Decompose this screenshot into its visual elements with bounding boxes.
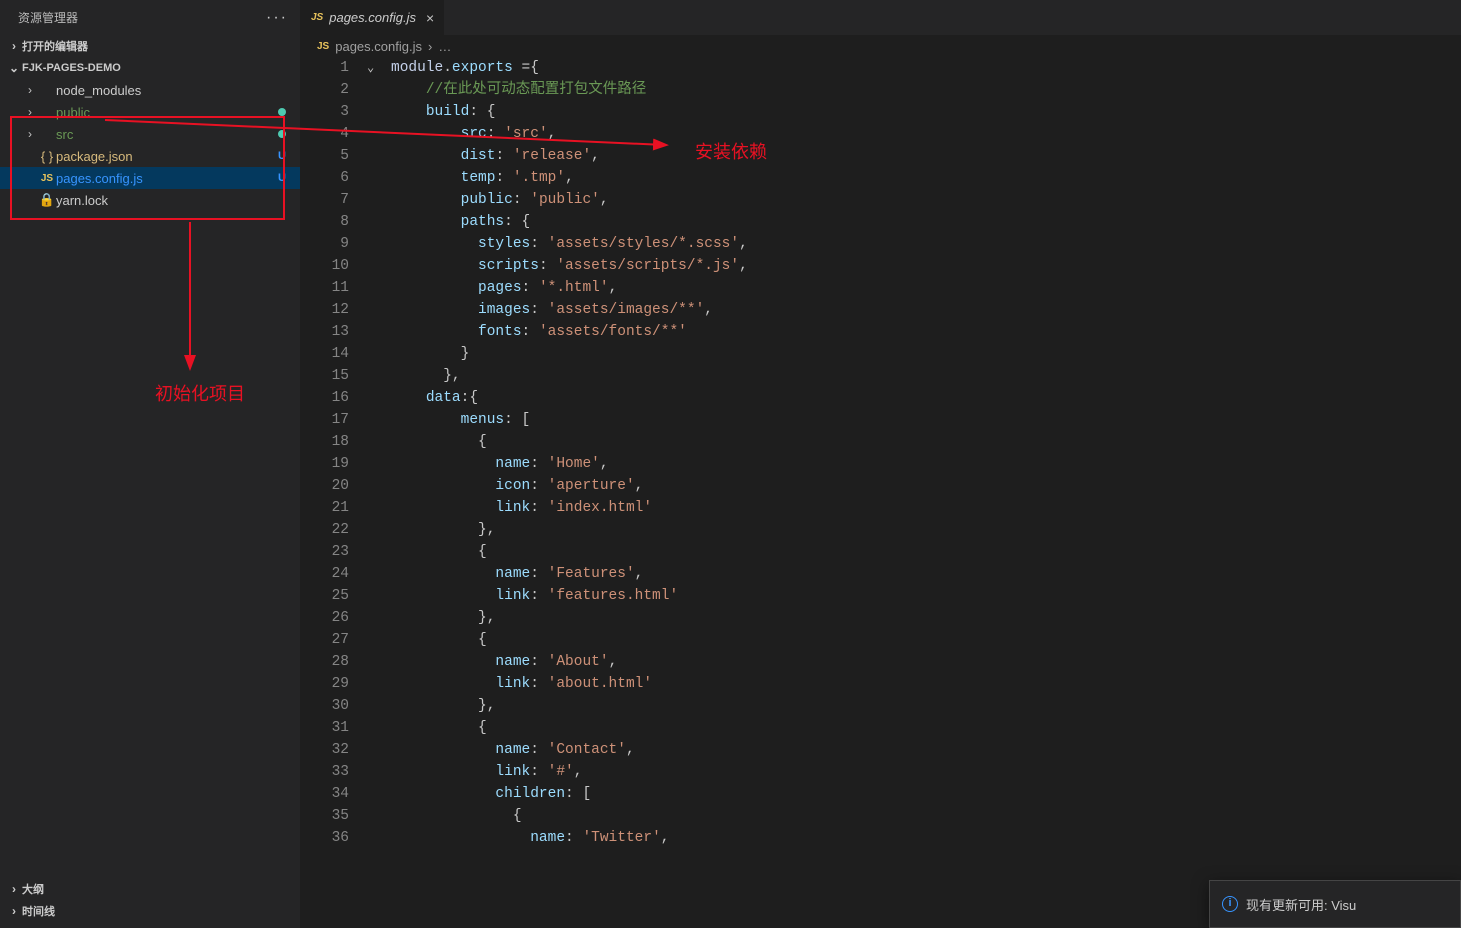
close-tab-icon[interactable]: × <box>426 10 434 26</box>
update-notification[interactable]: i 现有更新可用: Visu <box>1209 880 1461 928</box>
explorer-header: 资源管理器 ··· <box>0 0 300 35</box>
project-label: FJK-PAGES-DEMO <box>22 62 121 74</box>
info-icon: i <box>1222 896 1238 912</box>
file-label: src <box>56 127 278 142</box>
line-number-gutter: 1234567891011121314151617181920212223242… <box>301 57 367 928</box>
file-tree-item[interactable]: › node_modules <box>0 79 300 101</box>
file-tree-item[interactable]: 🔒yarn.lock <box>0 189 300 211</box>
file-tree-item[interactable]: › src <box>0 123 300 145</box>
chevron-down-icon: ⌄ <box>6 61 22 75</box>
js-file-icon: JS <box>317 41 329 52</box>
json-file-icon: { } <box>38 149 56 164</box>
file-label: pages.config.js <box>56 171 278 186</box>
project-section[interactable]: ⌄ FJK-PAGES-DEMO <box>0 57 300 79</box>
file-label: yarn.lock <box>56 193 300 208</box>
breadcrumb[interactable]: JS pages.config.js › … <box>301 35 1461 57</box>
tab-pages-config[interactable]: JS pages.config.js × <box>301 0 445 35</box>
open-editors-label: 打开的编辑器 <box>22 38 88 54</box>
lock-file-icon: 🔒 <box>38 192 56 208</box>
fold-chevron-icon[interactable]: ⌄ <box>367 57 374 79</box>
more-actions-icon[interactable]: ··· <box>266 9 288 27</box>
code-editor[interactable]: 1234567891011121314151617181920212223242… <box>301 57 1461 928</box>
update-text: 现有更新可用: Visu <box>1246 895 1356 914</box>
js-file-icon: JS <box>311 12 323 23</box>
chevron-right-icon: › <box>6 39 22 53</box>
chevron-right-icon: › <box>6 904 22 918</box>
outline-section[interactable]: › 大纲 <box>0 878 300 900</box>
file-label: node_modules <box>56 83 300 98</box>
tab-bar: JS pages.config.js × <box>301 0 1461 35</box>
file-tree: ›node_modules›public›src{ }package.jsonU… <box>0 79 300 211</box>
chevron-right-icon: › <box>6 882 22 896</box>
file-label: public <box>56 105 278 120</box>
code-lines[interactable]: module.exports ={ //在此处可动态配置打包文件路径 build… <box>391 57 1461 928</box>
chevron-right-icon: › <box>22 105 38 119</box>
file-label: package.json <box>56 149 278 164</box>
timeline-section[interactable]: › 时间线 <box>0 900 300 922</box>
chevron-right-icon: › <box>22 127 38 141</box>
fold-column: ⌄ <box>367 57 391 928</box>
tab-label: pages.config.js <box>329 10 416 25</box>
file-tree-item[interactable]: JSpages.config.jsU <box>0 167 300 189</box>
git-untracked-badge: U <box>278 150 286 162</box>
outline-label: 大纲 <box>22 881 44 897</box>
chevron-right-icon: › <box>22 83 38 97</box>
open-editors-section[interactable]: › 打开的编辑器 <box>0 35 300 57</box>
explorer-title: 资源管理器 <box>18 9 78 26</box>
breadcrumb-file: pages.config.js <box>335 39 422 54</box>
explorer-sidebar: 资源管理器 ··· › 打开的编辑器 ⌄ FJK-PAGES-DEMO › nod… <box>0 0 301 928</box>
js-file-icon: JS <box>38 173 56 184</box>
git-untracked-badge: U <box>278 172 286 184</box>
git-modified-dot-icon <box>278 130 286 138</box>
file-tree-item[interactable]: { }package.jsonU <box>0 145 300 167</box>
file-tree-item[interactable]: › public <box>0 101 300 123</box>
editor-pane: JS pages.config.js × JS pages.config.js … <box>301 0 1461 928</box>
breadcrumb-tail: … <box>438 39 451 54</box>
timeline-label: 时间线 <box>22 903 55 919</box>
chevron-right-icon: › <box>428 39 432 54</box>
git-modified-dot-icon <box>278 108 286 116</box>
